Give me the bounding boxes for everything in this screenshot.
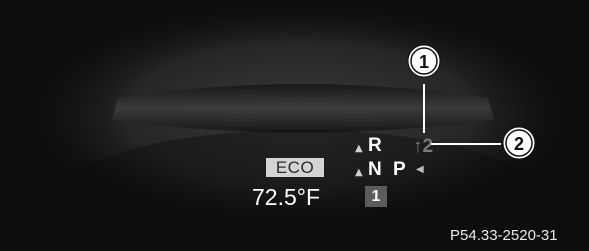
figure-reference-code: P54.33-2520-31 [450,227,558,244]
callout-2-label: 2 [514,134,524,154]
callout-1-label: 1 [419,52,429,72]
instrument-display: ▲ R ▲ N P ◀ ECO 72.5°F 1 ↑2 1 2 P54.33-2… [0,0,589,251]
callout-lines: 1 2 [407,44,536,160]
